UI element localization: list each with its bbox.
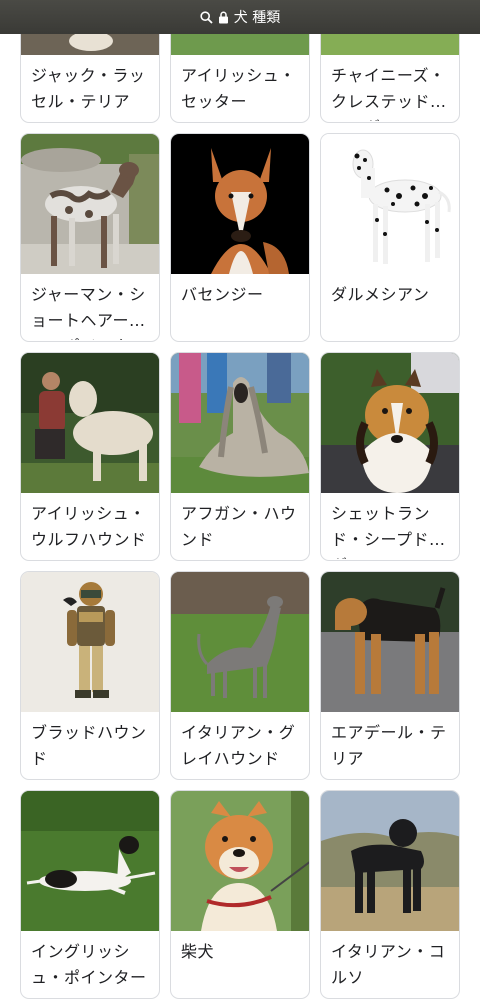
- breed-image: [171, 791, 309, 931]
- breed-card[interactable]: イングリッシュ・ポインター: [20, 790, 160, 999]
- lock-icon: [218, 11, 229, 24]
- breed-card[interactable]: エアデール・テリア: [320, 571, 460, 780]
- breed-card[interactable]: シェットランド・シープドッグ: [320, 352, 460, 561]
- breed-label: シェットランド・シープドッグ: [331, 504, 446, 559]
- breed-label: バセンジー: [181, 285, 264, 304]
- breed-image: [21, 353, 159, 493]
- breed-card[interactable]: 柴犬: [170, 790, 310, 999]
- breed-label: イタリアン・グレイハウンド: [181, 723, 296, 768]
- breed-image: [321, 791, 459, 931]
- breed-card[interactable]: イタリアン・コルソ: [320, 790, 460, 999]
- breed-card[interactable]: ブラッドハウンド: [20, 571, 160, 780]
- breed-card[interactable]: ジャーマン・ショートヘアード・ポインター: [20, 133, 160, 342]
- breed-label: チャイニーズ・クレステッド・ドッグ: [331, 66, 447, 121]
- breed-label: ジャック・ラッセル・テリア: [31, 66, 146, 111]
- breed-image: [321, 572, 459, 712]
- breed-image: [321, 353, 459, 493]
- address-title: 犬 種類: [233, 10, 281, 26]
- breed-image: [171, 134, 309, 274]
- breed-label: アフガン・ハウンド: [181, 504, 297, 549]
- breed-label: アイリッシュ・ウルフハウンド: [31, 504, 147, 549]
- breed-image: [171, 353, 309, 493]
- breed-label: アイリッシュ・セッター: [181, 66, 296, 111]
- breed-image: [171, 572, 309, 712]
- breed-label: イングリッシュ・ポインター: [31, 942, 147, 987]
- breed-label: ダルメシアン: [331, 285, 430, 304]
- breed-card[interactable]: バセンジー: [170, 133, 310, 342]
- breed-card[interactable]: アイリッシュ・ウルフハウンド: [20, 352, 160, 561]
- breed-image: [21, 572, 159, 712]
- breed-results-grid: ジャック・ラッセル・テリア アイリッシュ・セッター チャイニーズ・クレステッド・…: [20, 0, 460, 999]
- breed-label: エアデール・テリア: [331, 723, 447, 768]
- breed-label: ブラッドハウンド: [31, 723, 147, 768]
- breed-card[interactable]: イタリアン・グレイハウンド: [170, 571, 310, 780]
- breed-card[interactable]: ダルメシアン: [320, 133, 460, 342]
- breed-image: [321, 134, 459, 274]
- address-bar[interactable]: 犬 種類: [0, 0, 480, 34]
- search-icon: [200, 10, 213, 24]
- breed-card[interactable]: アフガン・ハウンド: [170, 352, 310, 561]
- breed-label: ジャーマン・ショートヘアード・ポインター: [31, 285, 146, 340]
- breed-label: イタリアン・コルソ: [331, 942, 446, 987]
- breed-image: [21, 791, 159, 931]
- breed-image: [21, 134, 159, 274]
- breed-label: 柴犬: [181, 942, 215, 961]
